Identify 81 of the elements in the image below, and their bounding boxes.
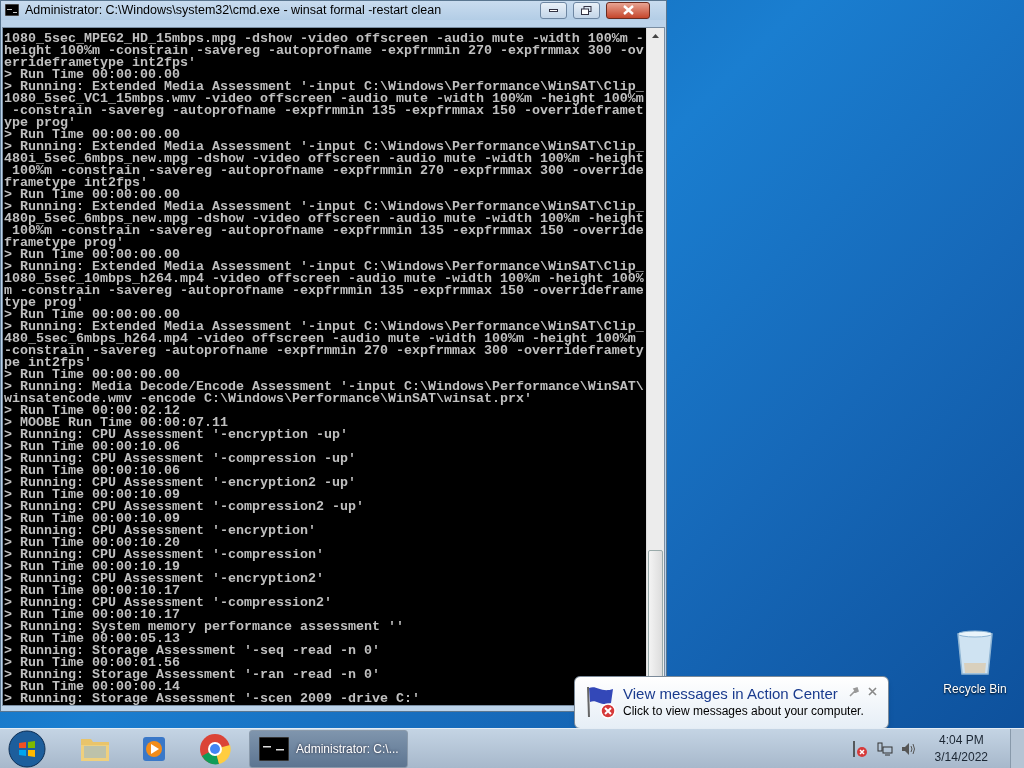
console-line: > Running: CPU Assessment '-encryption2' — [4, 572, 325, 585]
console-line: > Run Time 00:00:10.17 — [4, 608, 181, 621]
console-line: > Running: Extended Media Assessment '-input C:\Windows\Performance\WinSAT\Clip_ — [4, 260, 645, 273]
recycle-bin-icon[interactable] — [956, 630, 994, 676]
close-icon[interactable] — [868, 687, 877, 696]
console-line: frametype int2fps' — [4, 176, 148, 189]
console-line: 100%m -constrain -savereg -autoprofname -expfrmmin 135 -expfrmmax 150 -override — [12, 224, 645, 237]
console-line: > Running: Extended Media Assessment '-input C:\Windows\Performance\WinSAT\Clip_ — [4, 320, 645, 333]
console-icon — [259, 736, 289, 761]
console-line: > Running: System memory performance assessment '' — [4, 620, 405, 633]
console-line: > Run Time 00:00:02.12 — [4, 404, 180, 417]
console-line: > Running: CPU Assessment '-encryption' — [4, 524, 317, 537]
scroll-up-icon[interactable] — [652, 34, 659, 39]
clock-date[interactable]: 3/14/2022 — [934, 748, 988, 766]
console-line: > Running: CPU Assessment '-encryption2 -up' — [4, 476, 357, 489]
console-line: > Run Time 00:00:00.14 — [4, 680, 180, 693]
console-line: errideframetype int2fps' — [4, 56, 197, 69]
notification-message: Click to view messages about your computer. — [623, 703, 864, 719]
wrench-icon[interactable] — [849, 687, 859, 697]
console-line: winsatencode.wmv -encode C:\Windows\Performance\WinSAT\winsat.prx' — [4, 392, 533, 405]
console-line: > Run Time 00:00:00.00 — [4, 308, 180, 321]
console-line: pe int2fps' — [4, 356, 92, 369]
chrome-icon[interactable] — [199, 732, 231, 765]
console-line: 1080_5sec_MPEG2_HD_15mbps.mpg -dshow -video offscreen -audio mute -width 100%m - — [4, 32, 645, 45]
restore-icon — [581, 5, 592, 15]
action-center-icon[interactable] — [850, 739, 869, 758]
console-icon — [5, 4, 19, 17]
console-line: > Run Time 00:00:01.56 — [4, 656, 180, 669]
console-line: > Running: Extended Media Assessment '-input C:\Windows\Performance\WinSAT\Clip_ — [4, 80, 645, 93]
notification-toast[interactable]: View messages in Action Center Click to view messages about your computer. — [574, 676, 889, 729]
console-line: > Running: CPU Assessment '-compression2 -up' — [4, 500, 365, 513]
console-line: > Run Time 00:00:05.13 — [4, 632, 180, 645]
console-line: > Running: CPU Assessment '-compression' — [4, 548, 325, 561]
console-line: 480_5sec_6mbps_h264.mp4 -video offscreen -audio mute -width 100%m -height 100%m — [4, 332, 636, 345]
close-icon — [622, 5, 634, 16]
console-line: ype prog' — [4, 116, 76, 129]
console-line: 480p_5sec_6mbps_new.mpg -dshow -video offscreen -audio mute -width 100%m -height — [4, 212, 645, 225]
console-line: > Run Time 00:00:10.09 — [4, 512, 180, 525]
console-line: > Running: CPU Assessment '-encryption -up' — [4, 428, 349, 441]
console-line: > Run Time 00:00:00.00 — [4, 248, 180, 261]
console-line: 1080_5sec_10mbps_h264.mp4 -video offscreen -audio mute -width 100%m -height 100% — [4, 272, 645, 285]
console-line: > Running: Extended Media Assessment '-input C:\Windows\Performance\WinSAT\Clip_ — [4, 200, 645, 213]
console-line: > Running: Extended Media Assessment '-input C:\Windows\Performance\WinSAT\Clip_ — [4, 140, 645, 153]
console-line: 480i_5sec_6mbps_new.mpg -dshow -video offscreen -audio mute -width 100%m -height — [4, 152, 645, 165]
window-title: Administrator: C:\Windows\system32\cmd.exe - winsat formal -restart clean — [25, 2, 443, 19]
console-line: > Run Time 00:00:10.17 — [4, 584, 180, 597]
console-line: 100%m -constrain -savereg -autoprofname -expfrmmin 270 -expfrmmax 300 -override — [12, 164, 645, 177]
console-line: 1080_5sec_VC1_15mbps.wmv -video offscreen -audio mute -width 100%m -height 100%m — [4, 92, 645, 105]
close-button[interactable] — [606, 1, 650, 19]
console-line: > MOOBE Run Time 00:00:07.11 — [4, 416, 228, 429]
desktop-icon-label[interactable]: Recycle Bin — [943, 680, 1007, 698]
console-line: > Run Time 00:00:10.06 — [4, 440, 180, 453]
console-line: > Run Time 00:00:00.00 — [4, 188, 180, 201]
console-line: > Running: Media Decode/Encode Assessment '-input C:\Windows\Performance\WinSAT\ — [4, 380, 645, 393]
network-icon[interactable] — [876, 740, 893, 757]
console-line: m -constrain -savereg -autoprofname -expfrmmin 135 -expfrmmax 150 -overrideframe — [4, 284, 645, 297]
console-line: > Running: CPU Assessment '-compression2' — [4, 596, 333, 609]
restore-button[interactable] — [573, 1, 600, 19]
clock-time[interactable]: 4:04 PM — [938, 731, 984, 749]
minimize-button[interactable] — [540, 1, 567, 19]
flag-icon — [585, 685, 619, 719]
taskbar-button[interactable]: Administrator: C:\... — [249, 729, 408, 768]
console-line: frametype prog' — [4, 236, 124, 249]
console-line: type prog' — [4, 296, 85, 309]
start-button[interactable] — [8, 729, 46, 768]
console-line: height 100%m -constrain -savereg -autoprofname -expfrmmin 270 -expfrmmax 300 -ov — [4, 44, 645, 57]
console-line: > Run Time 00:00:00.00 — [4, 368, 180, 381]
show-desktop-button[interactable] — [1010, 728, 1024, 768]
console-line: > Running: Storage Assessment '-seq -read -n 0' — [4, 644, 381, 657]
console-line: > Running: Storage Assessment '-ran -read -n 0' — [4, 668, 381, 681]
console-line: > Run Time 00:00:00.00 — [4, 68, 180, 81]
notification-title[interactable]: View messages in Action Center — [623, 685, 864, 703]
clock[interactable]: 4:04 PM 3/14/2022 — [934, 731, 988, 766]
console-line: > Run Time 00:00:10.20 — [4, 536, 180, 549]
console-line: -constrain -savereg -autoprofname -expfrmmin 270 -expfrmmax 300 -overrideframety — [4, 344, 645, 357]
console-line: > Run Time 00:00:10.19 — [4, 560, 180, 573]
console-line: > Run Time 00:00:00.00 — [4, 128, 180, 141]
console-line: -constrain -savereg -autoprofname -expfrmmin 135 -expfrmmax 150 -overrideframet — [12, 104, 645, 117]
console-line: > Run Time 00:00:10.06 — [4, 464, 180, 477]
console-line: > Run Time 00:00:10.09 — [4, 488, 180, 501]
console-line: > Running: CPU Assessment '-compression -up' — [4, 452, 357, 465]
